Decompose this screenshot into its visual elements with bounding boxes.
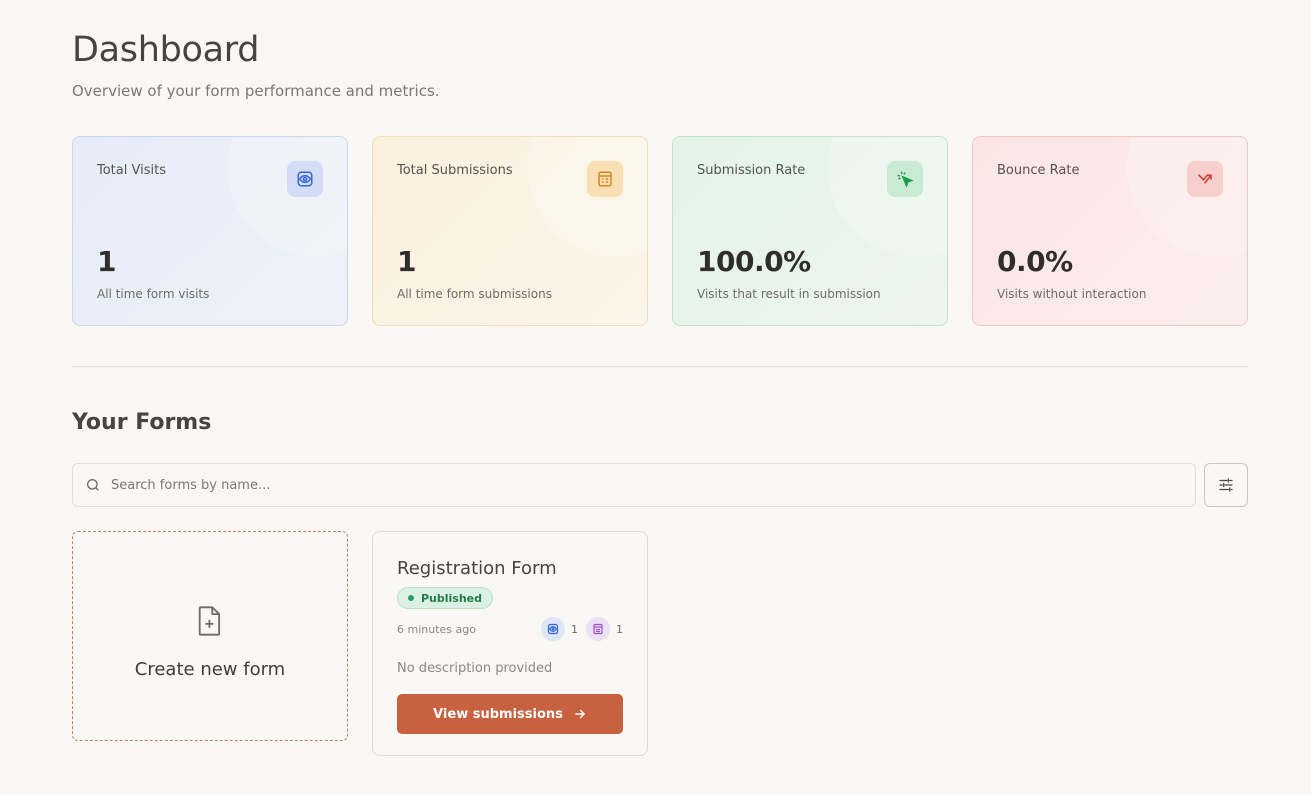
page-subtitle: Overview of your form performance and me… [72, 82, 440, 100]
sliders-icon [1219, 478, 1233, 492]
stat-card-submission-rate: Submission Rate 100.0% Visits that resul… [672, 136, 948, 326]
dashboard-page: Dashboard Overview of your form performa… [0, 0, 1311, 795]
stat-value: 1 [97, 245, 116, 278]
submissions-count: 1 [616, 622, 623, 636]
stat-card-total-submissions: Total Submissions 1 All time form submis… [372, 136, 648, 326]
stat-value: 1 [397, 245, 416, 278]
stat-description: All time form visits [97, 287, 210, 301]
stat-card-total-visits: Total Visits 1 All time form visits [72, 136, 348, 326]
form-title: Registration Form [397, 558, 557, 579]
search-icon [87, 479, 99, 491]
updated-time: 6 minutes ago [397, 622, 476, 636]
cursor-click-icon [887, 161, 923, 197]
create-new-form-card[interactable]: Create new form [72, 531, 348, 741]
form-stats: 1 1 [541, 617, 623, 641]
stat-value: 100.0% [697, 245, 811, 278]
status-label: Published [421, 591, 483, 605]
section-divider [72, 366, 1248, 367]
form-meta: 6 minutes ago 1 1 [397, 617, 623, 641]
arrow-bounce-icon [1187, 161, 1223, 197]
view-submissions-label: View submissions [433, 706, 563, 722]
form-description: No description provided [397, 661, 553, 676]
visits-count: 1 [571, 622, 578, 636]
eye-icon [541, 617, 565, 641]
stat-description: Visits that result in submission [697, 287, 881, 301]
form-card: Registration Form Published 6 minutes ag… [372, 531, 648, 756]
filter-button[interactable] [1204, 463, 1248, 507]
view-submissions-button[interactable]: View submissions [397, 694, 623, 734]
stat-card-bounce-rate: Bounce Rate 0.0% Visits without interact… [972, 136, 1248, 326]
eye-icon [287, 161, 323, 197]
visits-stat: 1 [541, 617, 578, 641]
stats-row: Total Visits 1 All time form visits Tota… [72, 136, 1248, 326]
stat-description: All time form submissions [397, 287, 552, 301]
status-dot [408, 595, 414, 601]
search-box[interactable] [72, 463, 1196, 507]
status-badge: Published [397, 587, 494, 609]
form-icon [587, 161, 623, 197]
create-new-form-label: Create new form [134, 658, 286, 680]
form-icon [586, 617, 610, 641]
file-plus-icon [196, 605, 224, 641]
submissions-stat: 1 [586, 617, 623, 641]
stat-description: Visits without interaction [997, 287, 1147, 301]
stat-value: 0.0% [997, 245, 1073, 278]
search-input[interactable] [111, 477, 1111, 493]
section-title: Your Forms [72, 410, 212, 435]
page-title: Dashboard [72, 30, 260, 70]
arrow-right-icon [575, 709, 585, 719]
